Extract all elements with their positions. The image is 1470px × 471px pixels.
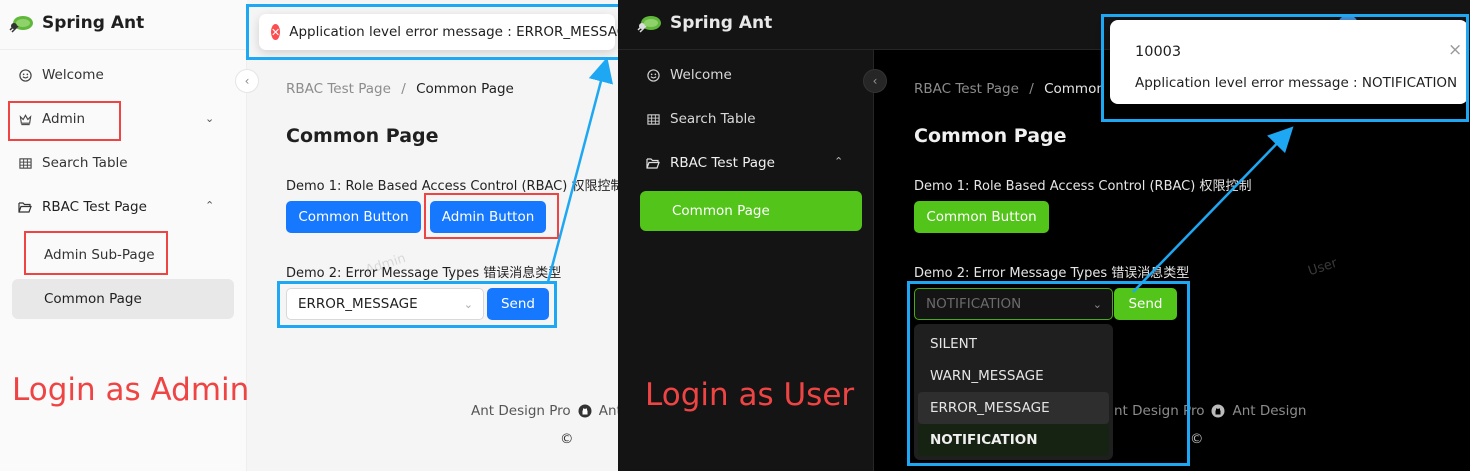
annotation-arrow-admin xyxy=(546,57,613,283)
annotation-arrow-user xyxy=(1132,126,1294,293)
annotation-arrows xyxy=(546,57,1294,293)
